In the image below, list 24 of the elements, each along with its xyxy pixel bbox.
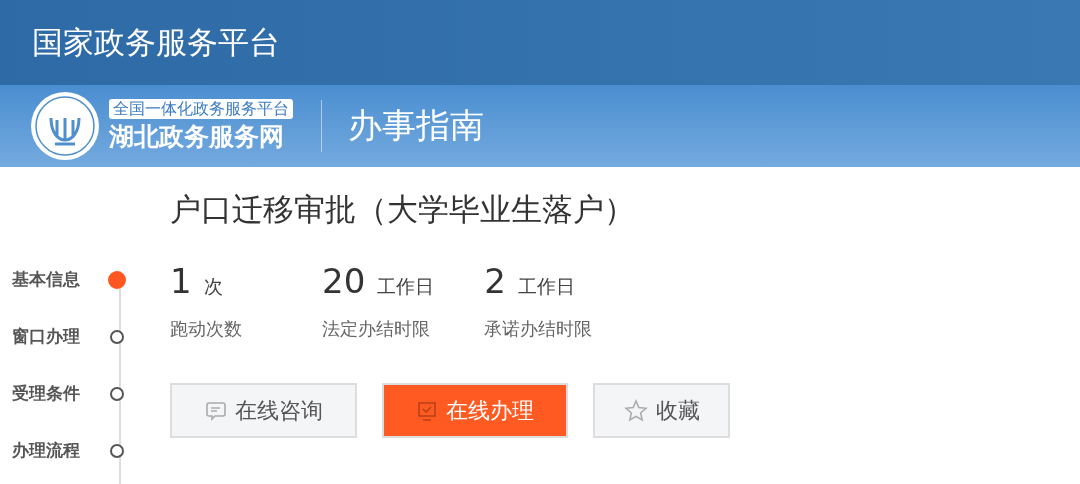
stat-label: 承诺办结时限 [484,317,593,341]
stat-value: 1 [170,261,192,301]
platform-title: 国家政务服务平台 [32,22,280,62]
favorite-button[interactable]: 收藏 [593,383,730,438]
nav-item[interactable]: 办理流程 [12,439,110,462]
stat-value: 2 [484,261,506,301]
stat-unit: 工作日 [377,274,435,299]
nav-item[interactable]: 窗口办理 [12,325,110,348]
stat-value: 20 [322,261,366,301]
nav-item[interactable]: 受理条件 [12,382,110,405]
stat-unit: 次 [203,274,223,299]
section-title: 办事指南 [348,104,484,147]
stat-label: 法定办结时限 [322,317,431,341]
platform-badge: 全国一体化政务服务平台 [109,99,293,119]
chat-icon [204,399,227,422]
star-icon [623,398,648,423]
nav-item[interactable]: 基本信息 [12,268,110,291]
emblem-icon [29,90,101,162]
monitor-icon [416,399,438,422]
site-name: 湖北政务服务网 [109,121,284,153]
stat-label: 跑动次数 [170,317,242,341]
consult-button[interactable]: 在线咨询 [170,383,357,438]
service-title: 户口迁移审批（大学毕业生落户） [170,190,636,229]
stat-unit: 工作日 [517,274,575,299]
